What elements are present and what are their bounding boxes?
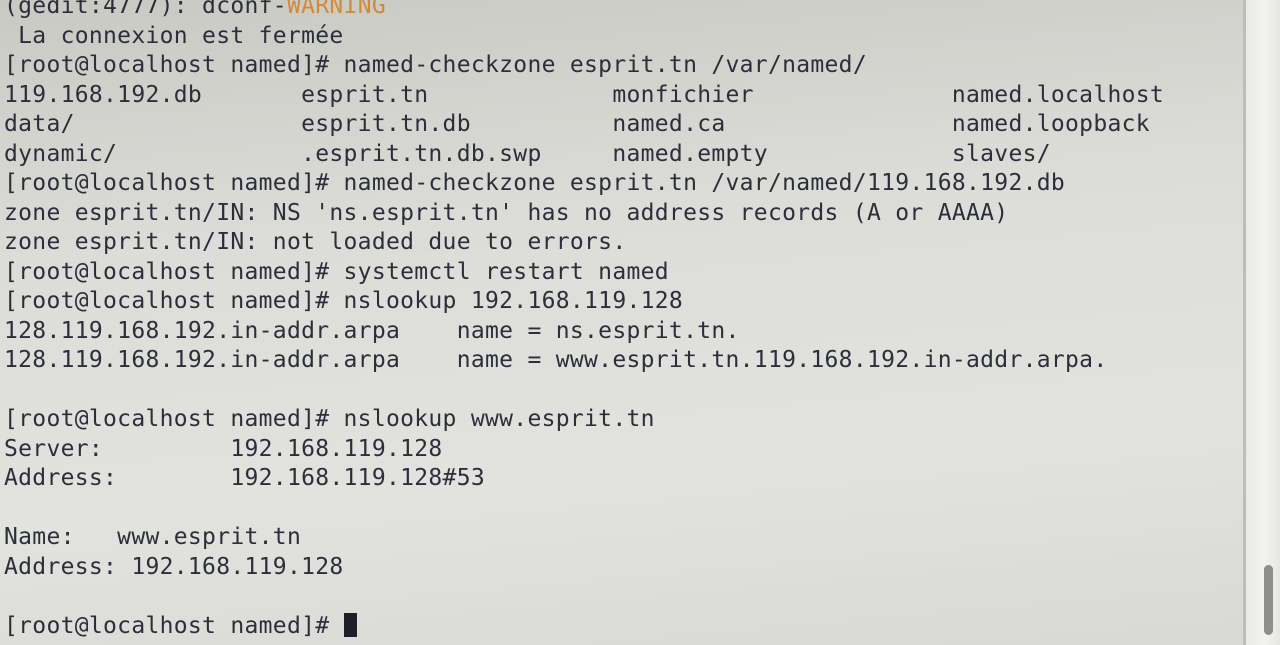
terminal-line: La connexion est fermée xyxy=(4,22,344,49)
prompt-line[interactable]: [root@localhost named]# xyxy=(4,612,1244,642)
terminal-output: (gedit:4777): dconf-WARNING La connexion… xyxy=(4,0,1244,641)
terminal-line: [root@localhost named]# systemctl restar… xyxy=(4,258,669,285)
terminal-line: data/ esprit.tn.db named.ca named.loopba… xyxy=(4,111,1150,137)
terminal-line: 119.168.192.db esprit.tn monfichier name… xyxy=(4,81,1165,108)
vertical-scrollbar[interactable] xyxy=(1246,0,1280,645)
shell-prompt: [root@localhost named]# xyxy=(4,612,344,639)
warning-label: WARNING xyxy=(286,0,386,19)
terminal-line: [root@localhost named]# nslookup 192.168… xyxy=(4,288,684,314)
terminal-window[interactable]: (gedit:4777): dconf-WARNING La connexion… xyxy=(0,0,1280,645)
terminal-line: Server: 192.168.119.128 xyxy=(4,435,443,462)
terminal-line: [root@localhost named]# named-checkzone … xyxy=(4,52,867,78)
terminal-line: Name: www.esprit.tn xyxy=(4,524,302,550)
terminal-line: dynamic/ .esprit.tn.db.swp named.empty s… xyxy=(4,140,1051,167)
terminal-line: zone esprit.tn/IN: not loaded due to err… xyxy=(4,229,627,255)
terminal-line: (gedit:4777): dconf-WARNING xyxy=(4,0,1244,22)
terminal-line: 128.119.168.192.in-addr.arpa name = www.… xyxy=(4,347,1108,373)
terminal-line: Address: 192.168.119.128 xyxy=(4,553,344,580)
terminal-line: [root@localhost named]# named-checkzone … xyxy=(4,170,1066,196)
terminal-line: 128.119.168.192.in-addr.arpa name = ns.e… xyxy=(4,317,740,344)
terminal-line: Address: 192.168.119.128#53 xyxy=(4,465,486,491)
terminal-line: zone esprit.tn/IN: NS 'ns.esprit.tn' has… xyxy=(4,199,1009,226)
terminal-line: [root@localhost named]# nslookup www.esp… xyxy=(4,406,655,432)
text-cursor xyxy=(343,612,357,637)
dconf-prefix: (gedit:4777): dconf- xyxy=(4,0,287,19)
scrollbar-thumb[interactable] xyxy=(1264,565,1273,635)
